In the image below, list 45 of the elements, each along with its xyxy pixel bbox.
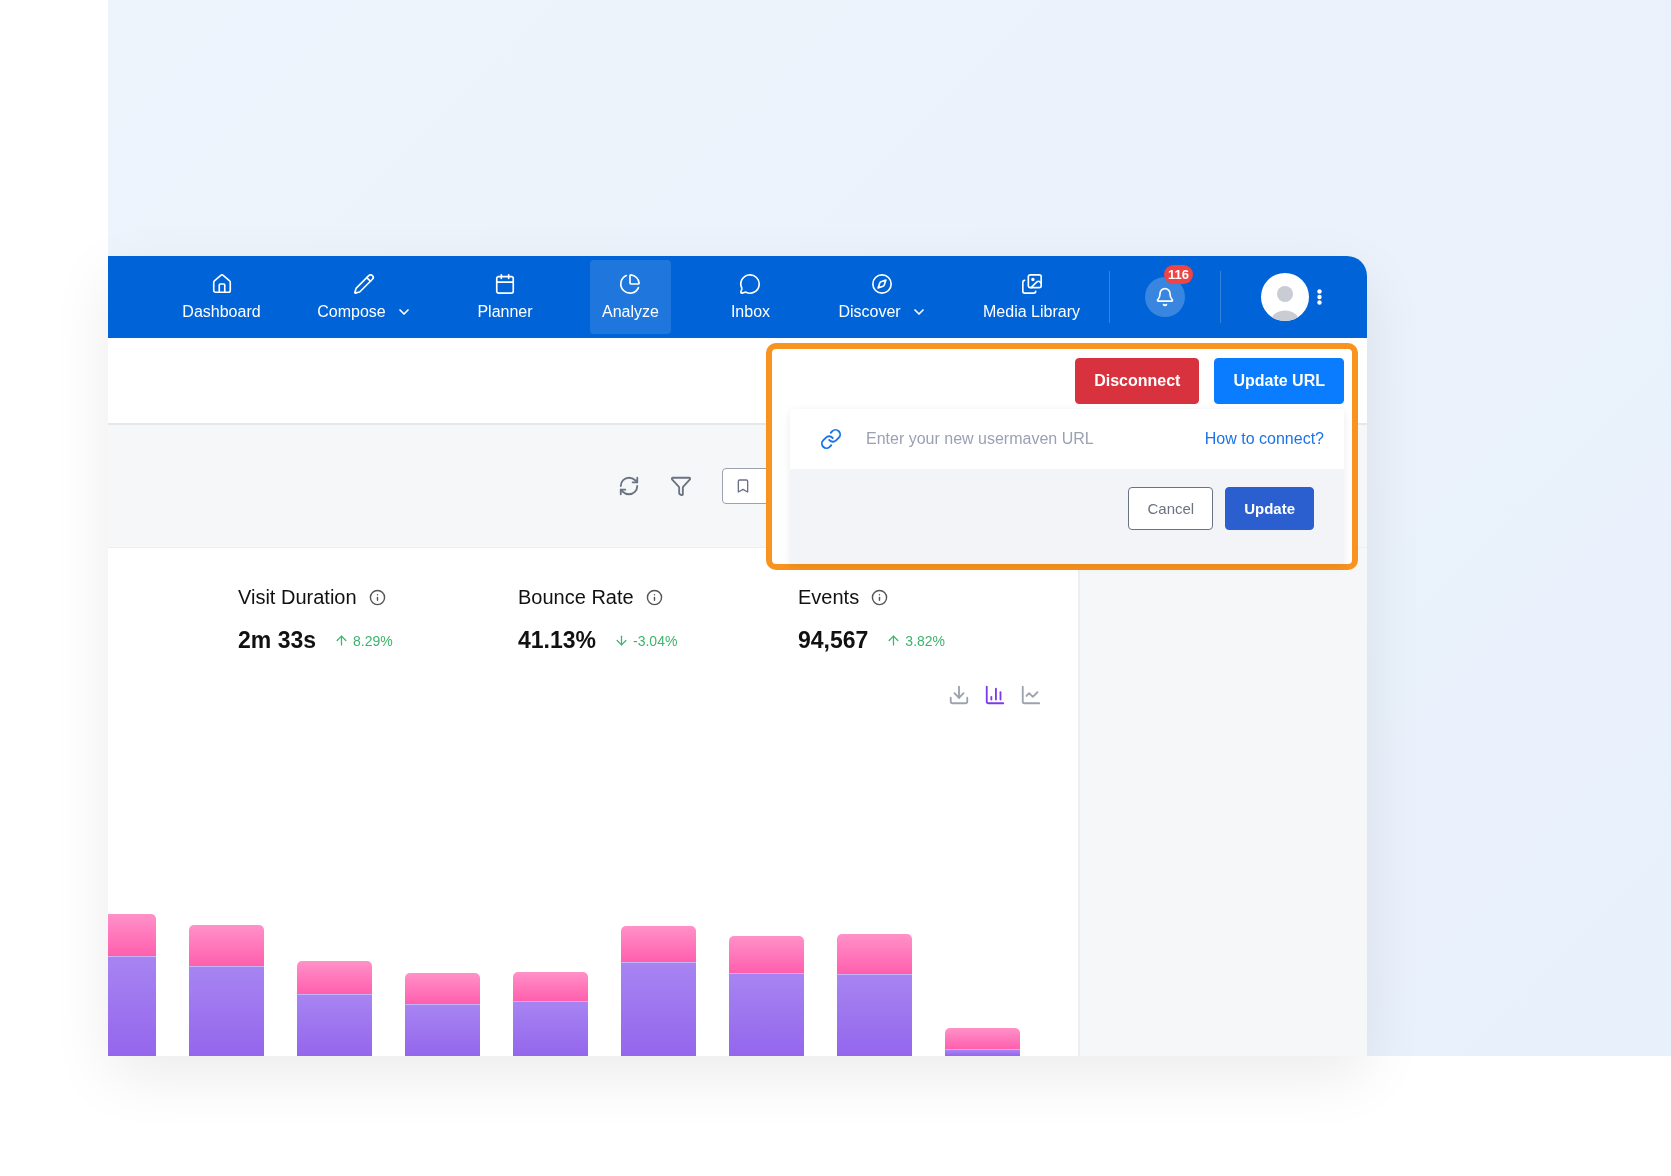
bar-chart-button[interactable] bbox=[984, 684, 1006, 706]
images-icon bbox=[1020, 273, 1043, 295]
notification-count: 116 bbox=[1164, 265, 1193, 284]
bell-icon bbox=[1155, 287, 1175, 307]
update-button[interactable]: Update bbox=[1225, 487, 1314, 530]
chat-bubble-icon bbox=[739, 273, 762, 295]
nav-item[interactable]: Media Library bbox=[971, 260, 1092, 334]
cancel-button[interactable]: Cancel bbox=[1128, 487, 1214, 530]
nav-item[interactable]: Dashboard bbox=[170, 260, 273, 334]
filter-button[interactable] bbox=[670, 475, 692, 497]
bookmark-icon bbox=[735, 478, 751, 494]
metric-value: 2m 33s bbox=[238, 627, 316, 654]
person-silhouette-icon bbox=[1270, 283, 1300, 321]
avatar[interactable] bbox=[1261, 273, 1309, 321]
refresh-button[interactable] bbox=[618, 475, 640, 497]
metric-value: 94,567 bbox=[798, 627, 869, 654]
info-icon[interactable] bbox=[871, 589, 889, 606]
info-icon[interactable] bbox=[645, 589, 663, 606]
nav-item[interactable]: Planner bbox=[465, 260, 545, 334]
metric-change: 3.82% bbox=[905, 632, 946, 649]
metric-change: 8.29% bbox=[353, 632, 393, 649]
arrow-down-icon bbox=[614, 633, 629, 648]
metric-label: Bounce Rate bbox=[518, 586, 634, 609]
metric-label: Visit Duration bbox=[238, 586, 357, 609]
nav-item[interactable]: Compose bbox=[305, 260, 424, 334]
home-icon bbox=[210, 273, 233, 295]
nav-item[interactable]: Inbox bbox=[718, 260, 783, 334]
metric-value: 41.13% bbox=[518, 627, 596, 654]
nav-item[interactable]: Analyze bbox=[590, 260, 671, 334]
metric-change: -3.04% bbox=[633, 632, 678, 649]
more-menu-button[interactable] bbox=[1317, 289, 1322, 305]
link-icon bbox=[820, 428, 842, 450]
info-icon[interactable] bbox=[368, 589, 386, 606]
calendar-icon bbox=[494, 273, 516, 295]
update-url-button[interactable]: Update URL bbox=[1214, 358, 1344, 404]
help-link[interactable]: How to connect? bbox=[1204, 430, 1324, 448]
pencil-icon bbox=[353, 273, 376, 295]
metric-label: Events bbox=[798, 586, 860, 609]
disconnect-button[interactable]: Disconnect bbox=[1075, 358, 1200, 404]
compass-icon bbox=[871, 273, 894, 295]
pie-chart-icon bbox=[619, 273, 642, 295]
notifications-button[interactable] bbox=[1145, 277, 1185, 317]
url-input-field[interactable]: Enter your new usermaven URL bbox=[864, 429, 1183, 449]
nav-item[interactable]: Discover bbox=[826, 260, 939, 334]
kebab-icon bbox=[1317, 289, 1322, 305]
